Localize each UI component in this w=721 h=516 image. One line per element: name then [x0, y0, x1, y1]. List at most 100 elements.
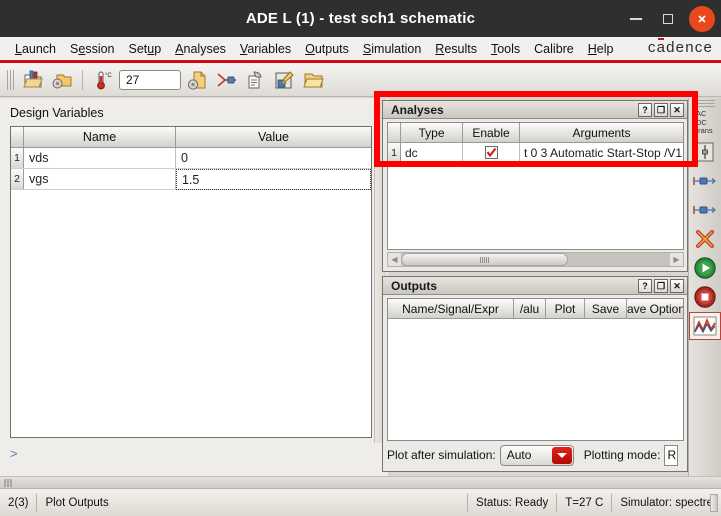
minimize-icon	[630, 17, 642, 20]
analyses-choose-icon[interactable]: AC DC trans	[690, 109, 720, 136]
bottom-grip	[4, 479, 12, 487]
table-row[interactable]: 1 dc t 0 3 Automatic Start-Stop /V1	[388, 143, 683, 162]
menu-simulation[interactable]: Simulation	[356, 40, 428, 58]
title-bar: ADE L (1) - test sch1 schematic	[0, 0, 721, 37]
help-button[interactable]: ?	[638, 279, 652, 293]
plot-outputs-icon[interactable]	[689, 311, 721, 340]
cadence-logo: cadence	[647, 39, 713, 56]
toolbar-grip[interactable]	[7, 69, 14, 91]
column-header-arguments[interactable]: Arguments	[520, 123, 683, 142]
close-button[interactable]	[689, 5, 715, 32]
chevron-down-icon[interactable]	[551, 446, 572, 464]
column-header-save-options[interactable]: Save Options	[627, 299, 683, 318]
open-results-icon[interactable]	[20, 67, 46, 93]
scroll-left-arrow[interactable]: ◀	[388, 253, 401, 266]
menu-analyses[interactable]: Analyses	[168, 40, 233, 58]
plotting-mode-value: R	[667, 448, 677, 462]
variable-value[interactable]: 0	[176, 148, 371, 168]
column-header-value[interactable]: Value	[176, 127, 371, 147]
analyses-window-buttons: ? ❐ ✕	[638, 103, 684, 117]
menu-variables[interactable]: Variables	[233, 40, 298, 58]
print-icon[interactable]	[242, 67, 268, 93]
analyses-horizontal-scrollbar[interactable]: ◀ ▶	[387, 252, 684, 267]
analyses-title-bar: Analyses ? ❐ ✕	[383, 101, 687, 119]
column-header-enable[interactable]: Enable	[463, 123, 520, 142]
column-header-name-signal-expr[interactable]: Name/Signal/Expr	[388, 299, 514, 318]
stop-simulation-icon[interactable]	[690, 284, 720, 310]
outputs-to-be-saved-icon[interactable]	[690, 197, 720, 223]
restore-button[interactable]: ❐	[654, 279, 668, 293]
outputs-footer: Plot after simulation: Auto Plotting mod…	[387, 443, 684, 467]
run-simulation-icon[interactable]	[690, 255, 720, 281]
outputs-title: Outputs	[391, 278, 437, 293]
menu-launch[interactable]: Launch	[8, 40, 63, 58]
row-index: 1	[11, 148, 24, 168]
sidebar-grip[interactable]	[695, 100, 715, 107]
close-panel-button[interactable]: ✕	[670, 103, 684, 117]
scroll-right-arrow[interactable]: ▶	[670, 253, 683, 266]
design-variables-header: Name Value	[11, 127, 371, 148]
column-header-type[interactable]: Type	[401, 123, 463, 142]
edit-variables-icon[interactable]	[690, 139, 720, 165]
design-variables-title: Design Variables	[10, 106, 104, 120]
variable-name[interactable]: vds	[24, 148, 176, 168]
analyses-header: Type Enable Arguments	[388, 123, 683, 143]
window-controls	[621, 0, 715, 37]
scroll-track[interactable]	[401, 253, 670, 266]
plot-after-simulation-value: Auto	[506, 448, 532, 462]
maximize-button[interactable]	[653, 4, 683, 34]
help-button[interactable]: ?	[638, 103, 652, 117]
menu-results[interactable]: Results	[428, 40, 484, 58]
menu-tools[interactable]: Tools	[484, 40, 527, 58]
netlist-icon[interactable]	[213, 67, 239, 93]
plotting-mode-select[interactable]: R	[664, 444, 679, 466]
outputs-panel: Outputs ? ❐ ✕ Name/Signal/Expr /alu Plot…	[382, 276, 688, 472]
minimize-button[interactable]	[621, 4, 651, 34]
menu-help[interactable]: Help	[581, 40, 621, 58]
setup-folder-icon[interactable]	[49, 67, 75, 93]
close-panel-button[interactable]: ✕	[670, 279, 684, 293]
delete-icon[interactable]	[690, 226, 720, 252]
scroll-thumb[interactable]	[401, 253, 568, 266]
maximize-icon	[663, 13, 673, 24]
menu-calibre[interactable]: Calibre	[527, 40, 581, 58]
column-header-value[interactable]: /alu	[514, 299, 546, 318]
status-resize-handle[interactable]	[710, 494, 718, 512]
check-icon	[486, 147, 496, 158]
analysis-type[interactable]: dc	[401, 143, 463, 162]
thumb-grip	[479, 256, 490, 263]
setup-simulation-icon[interactable]	[184, 67, 210, 93]
row-index: 2	[11, 169, 24, 189]
analysis-enable-cell[interactable]	[463, 143, 520, 162]
temperature-value: 27	[126, 72, 140, 87]
enable-checkbox[interactable]	[484, 146, 498, 159]
menu-setup[interactable]: Setup	[122, 40, 169, 58]
status-temperature: T=27 C	[565, 496, 604, 509]
variable-value[interactable]: 1.5	[176, 169, 371, 190]
table-row[interactable]: 2 vgs 1.5	[11, 169, 371, 190]
plot-after-simulation-select[interactable]: Auto	[499, 444, 574, 466]
design-variables-pane: Design Variables Name Value 1 vds 0 2 vg…	[0, 98, 388, 483]
edit-variables-icon[interactable]	[271, 67, 297, 93]
cdsmos-prompt: >	[10, 446, 18, 461]
bottom-resize-strip[interactable]	[0, 476, 721, 488]
status-right-group: Status: Ready T=27 C Simulator: spectre	[467, 493, 721, 512]
column-header-plot[interactable]: Plot	[546, 299, 585, 318]
open-folder-icon[interactable]	[300, 67, 326, 93]
menu-outputs[interactable]: Outputs	[298, 40, 356, 58]
outputs-setup-icon[interactable]	[690, 168, 720, 194]
analyses-title: Analyses	[391, 102, 444, 117]
menu-session[interactable]: Session	[63, 40, 121, 58]
column-header-name[interactable]: Name	[24, 127, 176, 147]
temperature-icon: °C	[90, 67, 116, 93]
variable-name[interactable]: vgs	[24, 169, 176, 189]
outputs-header: Name/Signal/Expr /alu Plot Save Save Opt…	[388, 299, 683, 319]
column-header-save[interactable]: Save	[585, 299, 627, 318]
analysis-arguments[interactable]: t 0 3 Automatic Start-Stop /V1	[520, 143, 683, 162]
restore-button[interactable]: ❐	[654, 103, 668, 117]
plot-after-simulation-label: Plot after simulation:	[387, 448, 496, 462]
table-row[interactable]: 1 vds 0	[11, 148, 371, 169]
temperature-field[interactable]: 27	[119, 69, 181, 90]
status-state: Status: Ready	[476, 496, 549, 509]
status-bar: 2(3) Plot Outputs Status: Ready T=27 C S…	[0, 488, 721, 516]
